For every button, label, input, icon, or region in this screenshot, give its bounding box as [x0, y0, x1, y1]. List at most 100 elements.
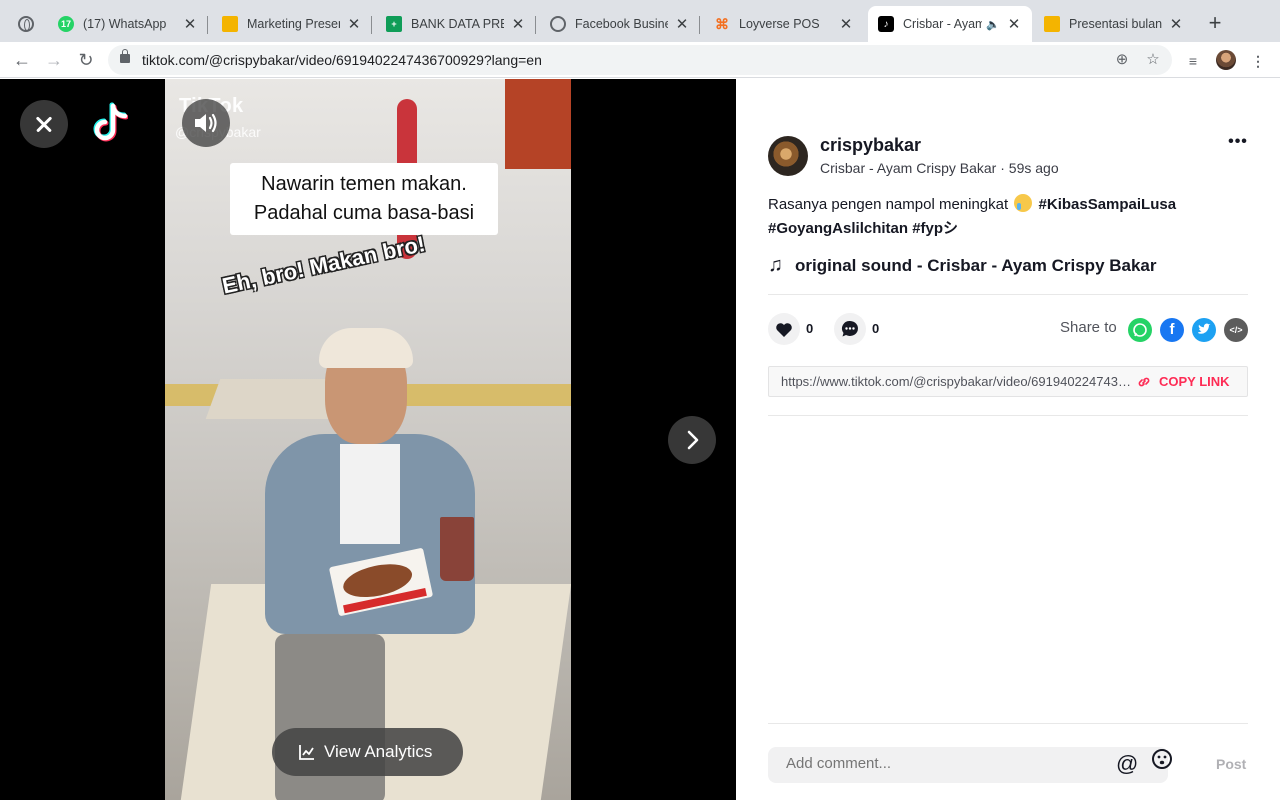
post-details-panel: crispybakar Crisbar - Ayam Crispy Bakar … [736, 79, 1280, 800]
like-button[interactable] [768, 313, 800, 345]
new-tab-button[interactable]: + [1204, 12, 1226, 34]
speaker-icon [195, 113, 217, 133]
post-time: 59s ago [1008, 160, 1059, 176]
copy-link-label: COPY LINK [1159, 374, 1230, 389]
hair [319, 328, 413, 368]
audio-playing-icon[interactable]: 🔈 [986, 18, 1000, 31]
close-tab-icon[interactable]: ✕ [674, 15, 690, 33]
comment-input[interactable] [786, 755, 1106, 772]
close-tab-icon[interactable]: ✕ [182, 15, 198, 33]
tab-separator [371, 16, 372, 34]
emoji-picker-icon[interactable] [1150, 747, 1174, 771]
divider [768, 294, 1248, 295]
close-tab-icon[interactable]: ✕ [838, 15, 854, 33]
username[interactable]: crispybakar [820, 135, 921, 156]
facebook-share-icon[interactable]: f [1160, 318, 1184, 342]
more-menu-icon[interactable]: ⋮ [1248, 51, 1268, 71]
slides-favicon-icon [222, 16, 238, 32]
dot-separator: · [1000, 160, 1009, 176]
share-to-label: Share to [1060, 319, 1117, 336]
video-sticker-text: Eh, bro! Makan bro! [220, 231, 428, 299]
video-player[interactable]: TikTok @crispybakar Nawarin temen makan.… [165, 79, 571, 800]
tab-title: Marketing Presen [247, 17, 340, 31]
more-options-icon[interactable]: ••• [1226, 134, 1250, 151]
tab-loyverse[interactable]: ⌘ Loyverse POS ✕ [704, 6, 864, 42]
tab-crisbar-active[interactable]: ♪ Crisbar - Ayam 🔈 ✕ [868, 6, 1032, 42]
twitter-share-icon[interactable] [1192, 318, 1216, 342]
chevron-right-icon [687, 430, 699, 450]
divider [768, 723, 1248, 724]
sound-title[interactable]: original sound - Crisbar - Ayam Crispy B… [795, 256, 1157, 276]
tab-presentasi[interactable]: Presentasi bulan ✕ [1034, 6, 1194, 42]
browser-toolbar: ← → ↻ tiktok.com/@crispybakar/video/6919… [0, 42, 1280, 78]
globe-icon[interactable] [18, 16, 34, 32]
mention-at-icon[interactable]: @ [1116, 751, 1138, 777]
comment-button[interactable] [834, 313, 866, 345]
hashtag-link[interactable]: #fypシ [912, 220, 958, 237]
sheets-favicon-icon: + [386, 16, 402, 32]
close-video-button[interactable] [20, 100, 68, 148]
divider [768, 415, 1248, 416]
slides-favicon-icon [1044, 16, 1060, 32]
user-avatar[interactable] [768, 136, 808, 176]
view-analytics-button[interactable]: View Analytics [272, 728, 463, 776]
close-tab-icon[interactable]: ✕ [510, 15, 526, 33]
whatsapp-favicon-icon: 17 [58, 16, 74, 32]
sound-toggle-button[interactable] [182, 99, 230, 147]
embed-share-icon[interactable]: </> [1224, 318, 1248, 342]
next-video-button[interactable] [668, 416, 716, 464]
user-subtitle: Crisbar - Ayam Crispy Bakar · 59s ago [820, 160, 1059, 176]
heart-icon [776, 323, 792, 337]
address-bar[interactable]: tiktok.com/@crispybakar/video/6919402247… [108, 45, 1172, 75]
video-stage: TikTok @crispybakar Nawarin temen makan.… [0, 79, 736, 800]
display-name[interactable]: Crisbar - Ayam Crispy Bakar [820, 160, 996, 176]
tab-separator [535, 16, 536, 34]
like-count: 0 [806, 321, 814, 336]
profile-avatar[interactable] [1216, 50, 1236, 70]
tab-whatsapp[interactable]: 17 (17) WhatsApp ✕ [48, 6, 208, 42]
tab-facebook-business[interactable]: Facebook Busine ✕ [540, 6, 700, 42]
sound-link[interactable]: ♫ original sound - Crisbar - Ayam Crispy… [768, 254, 1157, 277]
caption-line-1: Nawarin temen makan. [261, 173, 467, 195]
tab-marketing[interactable]: Marketing Presen ✕ [212, 6, 372, 42]
link-icon [1138, 377, 1150, 386]
media-controls-icon[interactable]: ≡ [1183, 51, 1203, 71]
shirt [340, 444, 400, 544]
close-tab-icon[interactable]: ✕ [1006, 15, 1022, 33]
facebook-business-favicon-icon [550, 16, 566, 32]
comment-box: @ [768, 747, 1172, 783]
close-tab-icon[interactable]: ✕ [346, 15, 362, 33]
url-text[interactable]: tiktok.com/@crispybakar/video/6919402247… [142, 52, 542, 68]
add-icon[interactable]: ⊕ [1113, 51, 1131, 69]
tab-bank-data[interactable]: + BANK DATA PRES ✕ [376, 6, 536, 42]
share-link-url[interactable]: https://www.tiktok.com/@crispybakar/vide… [781, 374, 1131, 389]
hashtag-link[interactable]: #KibasSampaiLusa [1039, 196, 1177, 213]
browser-tab-bar: 17 (17) WhatsApp ✕ Marketing Presen ✕ + … [0, 0, 1280, 42]
tab-title: Crisbar - Ayam [903, 17, 983, 31]
tab-separator [207, 16, 208, 34]
post-description: Rasanya pengen nampol meningkat #KibasSa… [768, 193, 1248, 241]
forward-arrow-icon[interactable]: → [42, 48, 66, 72]
hashtag-link[interactable]: #GoyangAslilchitan [768, 220, 908, 237]
tiktok-logo-icon[interactable] [88, 101, 128, 145]
lock-icon[interactable] [120, 49, 130, 63]
share-link-box: https://www.tiktok.com/@crispybakar/vide… [768, 366, 1248, 397]
tab-separator [699, 16, 700, 34]
tab-title: Presentasi bulan [1069, 17, 1162, 31]
copy-link-button[interactable]: COPY LINK [1137, 374, 1230, 389]
tab-title: (17) WhatsApp [83, 17, 167, 31]
crying-face-icon [1014, 194, 1033, 212]
tab-title: BANK DATA PRES [411, 17, 504, 31]
caption-line-2: Padahal cuma basa-basi [253, 202, 475, 224]
post-comment-button[interactable]: Post [1216, 756, 1246, 772]
whatsapp-share-icon[interactable] [1128, 318, 1152, 342]
bookmark-star-icon[interactable]: ☆ [1144, 51, 1162, 69]
description-text: Rasanya pengen nampol meningkat [768, 196, 1009, 213]
back-arrow-icon[interactable]: ← [10, 48, 34, 72]
comment-count: 0 [872, 321, 880, 336]
tiktok-favicon-icon: ♪ [878, 16, 894, 32]
close-tab-icon[interactable]: ✕ [1168, 15, 1184, 33]
reload-icon[interactable]: ↻ [74, 48, 98, 72]
wall-poster [505, 79, 571, 169]
drink-glass [440, 517, 474, 581]
